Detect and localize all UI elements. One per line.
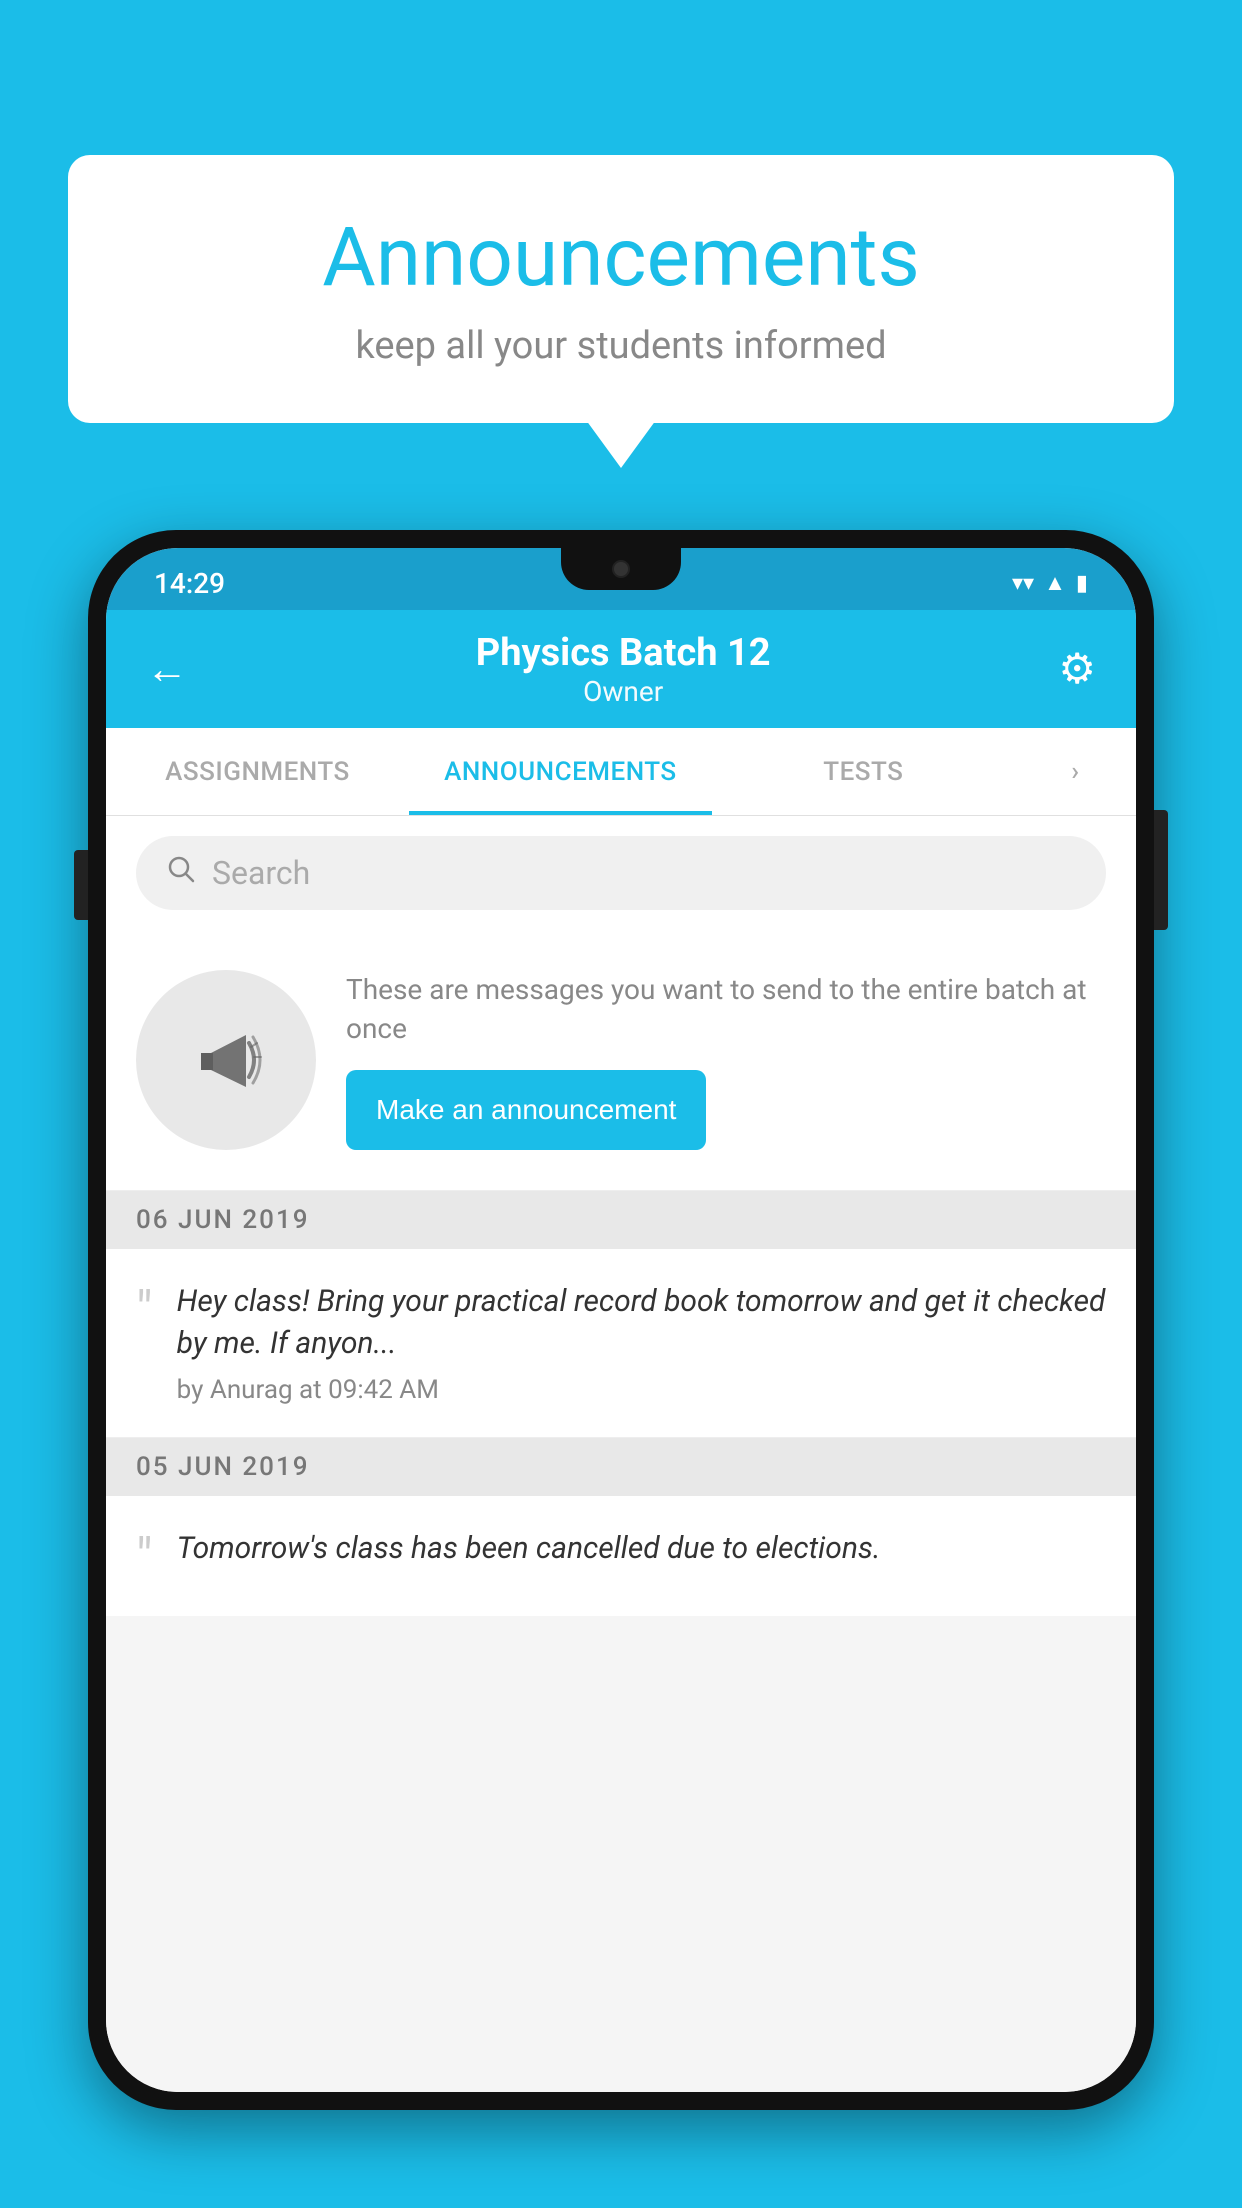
back-button[interactable]: ← xyxy=(146,645,188,694)
tab-bar: ASSIGNMENTS ANNOUNCEMENTS TESTS › xyxy=(106,728,1136,816)
megaphone-circle xyxy=(136,970,316,1150)
announcement-item-1[interactable]: " Hey class! Bring your practical record… xyxy=(106,1249,1136,1438)
search-placeholder: Search xyxy=(212,854,310,892)
speech-bubble: Announcements keep all your students inf… xyxy=(68,155,1174,423)
phone-screen: 14:29 ▾▾ ▲ ▮ ← Physics Batch 12 Owner ⚙ xyxy=(106,548,1136,2092)
megaphone-icon xyxy=(181,1015,271,1105)
search-icon xyxy=(166,854,196,892)
settings-icon[interactable]: ⚙ xyxy=(1058,644,1096,694)
quote-icon-2: " xyxy=(136,1532,153,1584)
front-camera xyxy=(612,560,630,578)
tab-assignments[interactable]: ASSIGNMENTS xyxy=(106,728,409,815)
bubble-subtitle: keep all your students informed xyxy=(128,324,1114,368)
phone-container: 14:29 ▾▾ ▲ ▮ ← Physics Batch 12 Owner ⚙ xyxy=(88,530,1154,2208)
status-icons: ▾▾ ▲ ▮ xyxy=(1012,570,1088,596)
header-title: Physics Batch 12 xyxy=(476,631,771,675)
announcement-description: These are messages you want to send to t… xyxy=(346,970,1106,1048)
announcement-meta-1: by Anurag at 09:42 AM xyxy=(177,1375,1106,1405)
make-announcement-button[interactable]: Make an announcement xyxy=(346,1070,706,1150)
bubble-title: Announcements xyxy=(128,210,1114,306)
speech-bubble-container: Announcements keep all your students inf… xyxy=(68,155,1174,423)
search-bar[interactable]: Search xyxy=(136,836,1106,910)
announcement-content-1: Hey class! Bring your practical record b… xyxy=(177,1281,1106,1405)
phone-outer: 14:29 ▾▾ ▲ ▮ ← Physics Batch 12 Owner ⚙ xyxy=(88,530,1154,2110)
tab-tests[interactable]: TESTS xyxy=(712,728,1015,815)
app-header: ← Physics Batch 12 Owner ⚙ xyxy=(106,610,1136,728)
header-subtitle: Owner xyxy=(476,675,771,708)
date-separator-1: 06 JUN 2019 xyxy=(106,1191,1136,1249)
wifi-icon: ▾▾ xyxy=(1012,571,1034,596)
announcement-text-1: Hey class! Bring your practical record b… xyxy=(177,1281,1106,1365)
quote-icon-1: " xyxy=(136,1285,153,1337)
tab-announcements[interactable]: ANNOUNCEMENTS xyxy=(409,728,712,815)
announcement-intro: These are messages you want to send to t… xyxy=(106,930,1136,1191)
signal-icon: ▲ xyxy=(1044,570,1066,596)
screen-content: Search xyxy=(106,816,1136,2092)
announcement-item-2[interactable]: " Tomorrow's class has been cancelled du… xyxy=(106,1496,1136,1616)
battery-icon: ▮ xyxy=(1076,571,1088,596)
announcement-content-2: Tomorrow's class has been cancelled due … xyxy=(177,1528,1106,1580)
phone-notch xyxy=(561,548,681,590)
announcement-text-2: Tomorrow's class has been cancelled due … xyxy=(177,1528,1106,1570)
search-bar-container: Search xyxy=(106,816,1136,930)
date-separator-2: 05 JUN 2019 xyxy=(106,1438,1136,1496)
status-time: 14:29 xyxy=(154,567,225,600)
announcement-right: These are messages you want to send to t… xyxy=(346,970,1106,1150)
tab-more[interactable]: › xyxy=(1015,728,1136,815)
header-center: Physics Batch 12 Owner xyxy=(476,631,771,708)
